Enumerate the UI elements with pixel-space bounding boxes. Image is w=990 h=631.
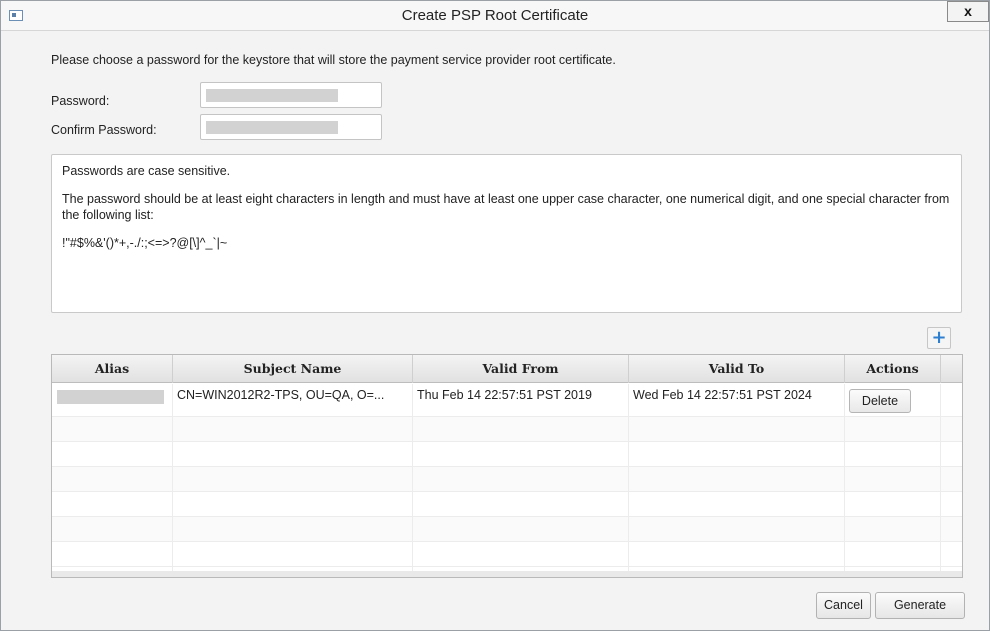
column-divider bbox=[172, 384, 173, 571]
rules-requirements: The password should be at least eight ch… bbox=[62, 192, 950, 222]
confirm-password-mask bbox=[206, 121, 338, 134]
column-header-alias[interactable]: Alias bbox=[52, 355, 173, 383]
confirm-password-label: Confirm Password: bbox=[51, 123, 157, 137]
column-header-actions[interactable]: Actions bbox=[845, 355, 941, 383]
window-title: Create PSP Root Certificate bbox=[401, 7, 589, 24]
cell-valid-from: Thu Feb 14 22:57:51 PST 2019 bbox=[413, 384, 629, 417]
alias-mask bbox=[57, 390, 164, 404]
rules-case-sensitive: Passwords are case sensitive. bbox=[62, 164, 231, 178]
password-field[interactable] bbox=[200, 82, 382, 108]
dialog-window: Create PSP Root Certificate x Please cho… bbox=[0, 0, 990, 631]
confirm-password-field[interactable] bbox=[200, 114, 382, 140]
rules-special-chars: !"#$%&'()*+,-./:;<=>?@[\]^_`|~ bbox=[62, 236, 228, 250]
column-header-subject-name[interactable]: Subject Name bbox=[173, 355, 413, 383]
column-header-valid-from[interactable]: Valid From bbox=[413, 355, 629, 383]
plus-icon: + bbox=[931, 327, 947, 348]
intro-text: Please choose a password for the keystor… bbox=[51, 53, 616, 67]
password-mask bbox=[206, 89, 338, 102]
generate-button[interactable]: Generate bbox=[875, 592, 965, 619]
column-header-valid-to[interactable]: Valid To bbox=[629, 355, 845, 383]
password-label: Password: bbox=[51, 94, 110, 108]
column-divider bbox=[940, 384, 941, 571]
table-row[interactable]: CN=WIN2012R2-TPS, OU=QA, O=... Thu Feb 1… bbox=[52, 384, 962, 417]
delete-button[interactable]: Delete bbox=[849, 389, 911, 413]
empty-row bbox=[52, 442, 962, 467]
column-divider bbox=[628, 384, 629, 571]
column-divider bbox=[844, 384, 845, 571]
close-button[interactable]: x bbox=[947, 1, 989, 22]
cancel-button[interactable]: Cancel bbox=[816, 592, 871, 619]
empty-row bbox=[52, 467, 962, 492]
title-bar: Create PSP Root Certificate x bbox=[1, 1, 989, 31]
column-divider bbox=[412, 384, 413, 571]
column-header-filler bbox=[941, 355, 962, 383]
empty-row bbox=[52, 492, 962, 517]
certificate-table: Alias Subject Name Valid From Valid To A… bbox=[51, 354, 963, 578]
add-certificate-button[interactable]: + bbox=[927, 327, 951, 349]
empty-row bbox=[52, 542, 962, 567]
cell-alias bbox=[52, 384, 173, 417]
cell-valid-to: Wed Feb 14 22:57:51 PST 2024 bbox=[629, 384, 845, 417]
password-rules-box: Passwords are case sensitive. The passwo… bbox=[51, 154, 962, 313]
horizontal-scrollbar[interactable] bbox=[52, 571, 962, 577]
empty-row bbox=[52, 517, 962, 542]
dialog-content: Please choose a password for the keystor… bbox=[1, 31, 989, 631]
cell-subject-name: CN=WIN2012R2-TPS, OU=QA, O=... bbox=[173, 384, 413, 417]
table-header: Alias Subject Name Valid From Valid To A… bbox=[52, 355, 962, 383]
empty-row bbox=[52, 417, 962, 442]
